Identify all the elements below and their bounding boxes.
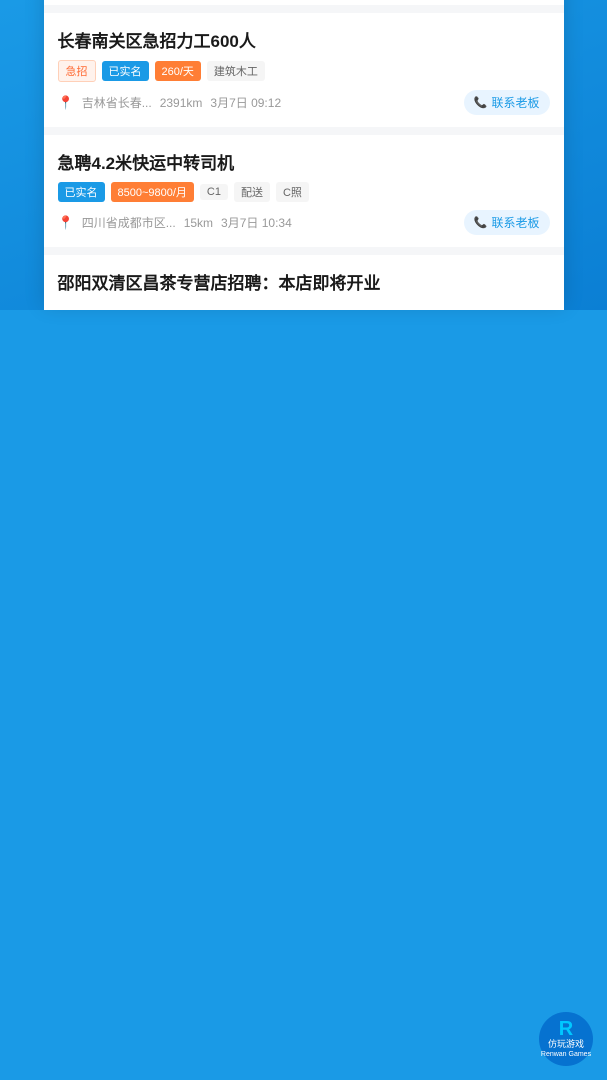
job-title-2: 急聘4.2米快运中转司机 bbox=[58, 149, 550, 174]
watermark-r: R bbox=[559, 1019, 573, 1039]
job-tags-2: 已实名 8500~9800/月 C1 配送 C照 bbox=[58, 182, 550, 202]
watermark-line2: Renwan Games bbox=[541, 1050, 591, 1059]
phone-icon-2: 📞 bbox=[474, 216, 488, 229]
watermark-line1: 仿玩游戏 bbox=[548, 1039, 584, 1051]
job-location-2: 四川省成都市区... bbox=[82, 214, 176, 231]
job-distance-1: 2391km bbox=[160, 96, 203, 110]
job-date-2: 3月7日 10:34 bbox=[221, 214, 292, 231]
job-distance-2: 15km bbox=[184, 216, 213, 230]
contact-label-1: 联系老板 bbox=[491, 94, 539, 111]
location-icon-2: 📍 bbox=[58, 215, 74, 231]
watermark: R 仿玩游戏 Renwan Games bbox=[539, 1012, 593, 1066]
filter-tabs: 综合 推荐 附近 城市 ▾ 全部工种 ▾ bbox=[44, 0, 564, 5]
job-card-1[interactable]: 长春南关区急招力工600人 急招 已实名 260/天 建筑木工 📍 吉林省长春.… bbox=[44, 13, 564, 127]
contact-button-2[interactable]: 📞 联系老板 bbox=[464, 210, 550, 235]
job-location-1: 吉林省长春... bbox=[82, 94, 152, 111]
tag-urgent-1: 急招 bbox=[58, 60, 96, 82]
tag-pay-2: 8500~9800/月 bbox=[111, 182, 194, 202]
contact-label-2: 联系老板 bbox=[491, 214, 539, 231]
tag-pay-1: 260/天 bbox=[155, 61, 201, 81]
tag-clicense-2: C照 bbox=[276, 182, 309, 202]
location-icon-1: 📍 bbox=[58, 95, 74, 111]
job-date-1: 3月7日 09:12 bbox=[210, 94, 281, 111]
tag-delivery-2: 配送 bbox=[234, 182, 270, 202]
job-card-2[interactable]: 急聘4.2米快运中转司机 已实名 8500~9800/月 C1 配送 C照 📍 … bbox=[44, 135, 564, 247]
tag-type-1: 建筑木工 bbox=[207, 61, 265, 81]
job-tags-1: 急招 已实名 260/天 建筑木工 bbox=[58, 60, 550, 82]
partial-job-title: 邵阳双清区昌茶专营店招聘：本店即将开业 bbox=[58, 269, 550, 294]
tag-verified-2: 已实名 bbox=[58, 182, 105, 202]
tag-verified-1: 已实名 bbox=[102, 61, 149, 81]
promo-area: 找工作 上鱼泡网 行业齐全 职位多 精准推荐 高薪职位任您选 9:41 ▌▌▌ bbox=[0, 0, 607, 310]
job-meta-1: 📍 吉林省长春... 2391km 3月7日 09:12 📞 联系老板 bbox=[58, 90, 550, 115]
tag-c1-2: C1 bbox=[200, 184, 228, 200]
partial-job-card[interactable]: 邵阳双清区昌茶专营店招聘：本店即将开业 bbox=[44, 255, 564, 310]
job-title-1: 长春南关区急招力工600人 bbox=[58, 27, 550, 52]
phone-mockup: 9:41 ▌▌▌ bbox=[44, 0, 564, 310]
job-meta-2: 📍 四川省成都市区... 15km 3月7日 10:34 📞 联系老板 bbox=[58, 210, 550, 235]
main-content: 建筑招工 日结专区 bbox=[44, 0, 564, 310]
contact-button-1[interactable]: 📞 联系老板 bbox=[464, 90, 550, 115]
phone-icon-1: 📞 bbox=[474, 96, 488, 109]
